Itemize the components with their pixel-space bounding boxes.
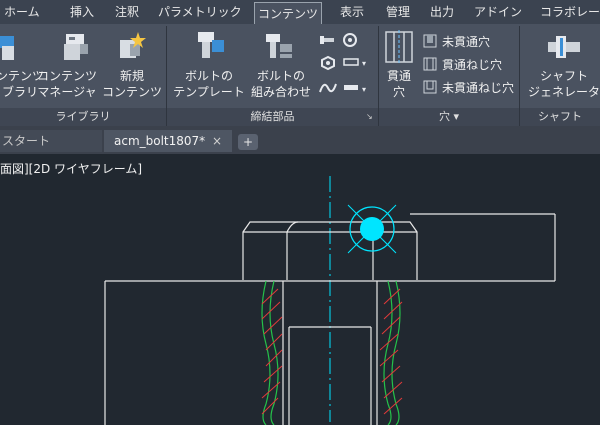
tab-parametric[interactable]: パラメトリック — [158, 0, 242, 24]
shaft-group-title: シャフト — [520, 108, 600, 126]
shaft-generator-button[interactable]: シャフト ジェネレータ — [524, 68, 600, 100]
through-tapped-hole-button[interactable]: 貫通ねじ穴 — [442, 57, 502, 73]
library-group-title: ライブラリ — [0, 108, 166, 126]
through-hole-icon — [385, 30, 413, 64]
tab-view[interactable]: 表示 — [340, 0, 364, 24]
fastener-tools-grid: ▾ ▾ — [319, 33, 366, 94]
shaft-generator-icon — [548, 36, 580, 58]
content-library-icon — [0, 36, 14, 60]
content-manager-icon — [64, 34, 88, 60]
dialog-launcher-icon[interactable]: ↘ — [366, 112, 373, 121]
fastener-group-title: 締結部品 — [167, 108, 378, 126]
add-tab-button[interactable]: + — [238, 134, 258, 150]
blind-hole-icon — [423, 34, 437, 48]
bolt-template-icon — [198, 32, 224, 58]
tab-collaborate[interactable]: コラボレー — [540, 0, 600, 24]
ribbon-tab-bar: ホーム 挿入 注釈 パラメトリック コンテンツ 表示 管理 出力 アドイン コラ… — [0, 0, 600, 25]
tab-addins[interactable]: アドイン — [474, 0, 522, 24]
tab-start[interactable]: スタート — [0, 130, 102, 152]
grip-point-icon — [347, 204, 397, 254]
content-manager-button[interactable]: コンテンツ マネージャ — [35, 68, 99, 100]
blind-hole-button[interactable]: 未貫通穴 — [442, 34, 490, 50]
through-hole-button[interactable]: 貫通穴 — [382, 68, 416, 100]
hole-group-title[interactable]: 穴 ▾ — [379, 108, 519, 126]
tab-home[interactable]: ホーム — [4, 0, 40, 24]
blind-tapped-hole-button[interactable]: 未貫通ねじ穴 — [442, 80, 514, 96]
close-tab-icon[interactable]: × — [212, 130, 226, 152]
bolt-template-button[interactable]: ボルトの テンプレート — [170, 68, 248, 100]
tab-insert[interactable]: 挿入 — [70, 0, 94, 24]
new-content-button[interactable]: 新規 コンテンツ — [100, 68, 164, 100]
bolt-combination-button[interactable]: ボルトの 組み合わせ — [248, 68, 314, 100]
tab-annotate[interactable]: 注釈 — [115, 0, 139, 24]
screw-icon — [320, 36, 334, 44]
tab-output[interactable]: 出力 — [430, 0, 454, 24]
tab-manage[interactable]: 管理 — [386, 0, 410, 24]
bolt-combination-icon — [266, 34, 292, 58]
new-content-icon — [120, 32, 146, 58]
svg-text:▾: ▾ — [362, 59, 366, 68]
blind-tapped-hole-icon — [423, 80, 437, 94]
bolt-drawing — [104, 176, 556, 425]
svg-text:▾: ▾ — [362, 85, 366, 94]
through-tapped-hole-icon — [423, 57, 437, 71]
tab-content[interactable]: コンテンツ — [254, 2, 323, 25]
